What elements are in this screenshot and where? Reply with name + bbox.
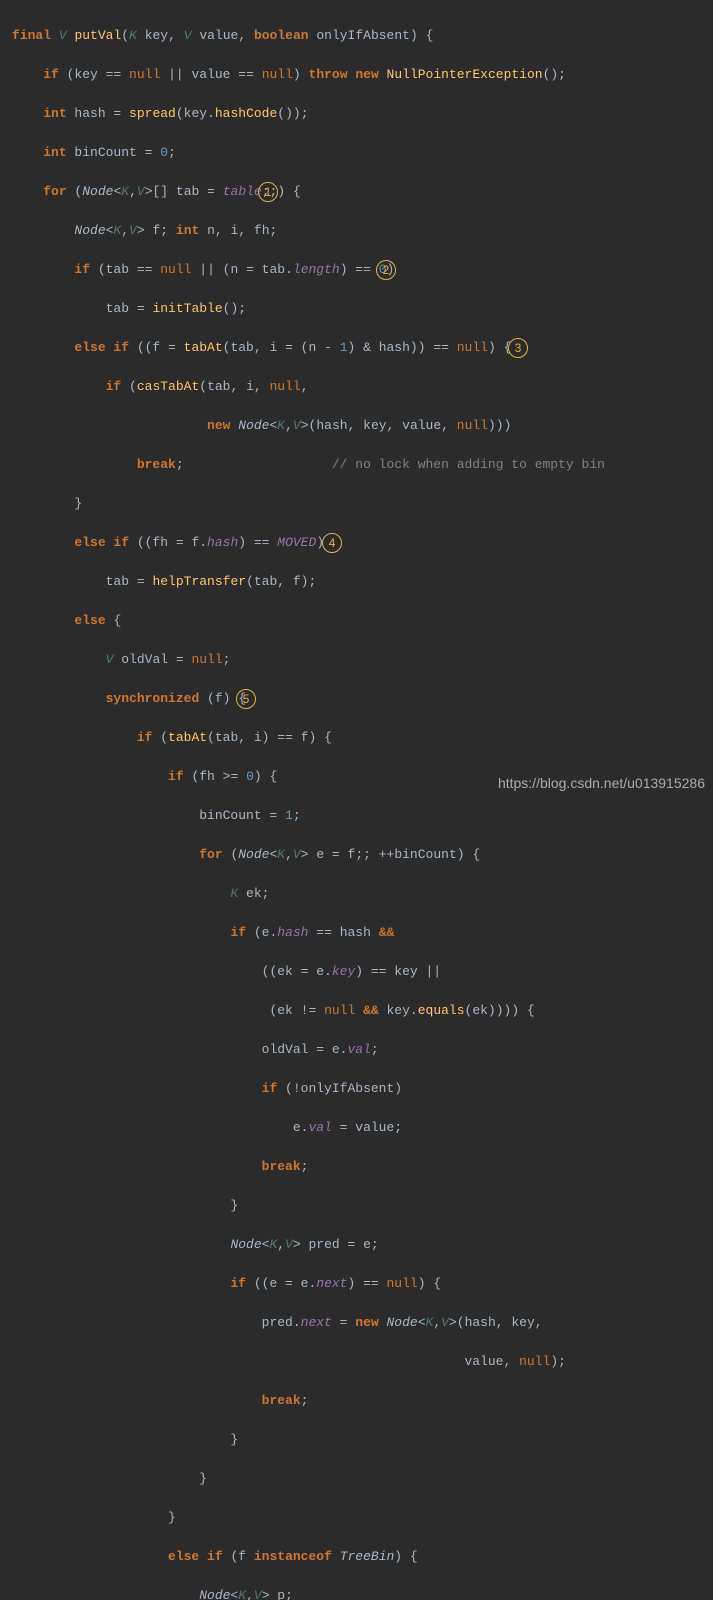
annotation-3: 3 xyxy=(508,338,528,358)
code-block: final V putVal(K key, V value, boolean o… xyxy=(0,0,713,1600)
annotation-2: 2 xyxy=(376,260,396,280)
annotation-1: 1 xyxy=(258,182,278,202)
annotation-5: 5 xyxy=(236,689,256,709)
annotation-4: 4 xyxy=(322,533,342,553)
watermark: https://blog.csdn.net/u013915286 xyxy=(498,773,705,794)
